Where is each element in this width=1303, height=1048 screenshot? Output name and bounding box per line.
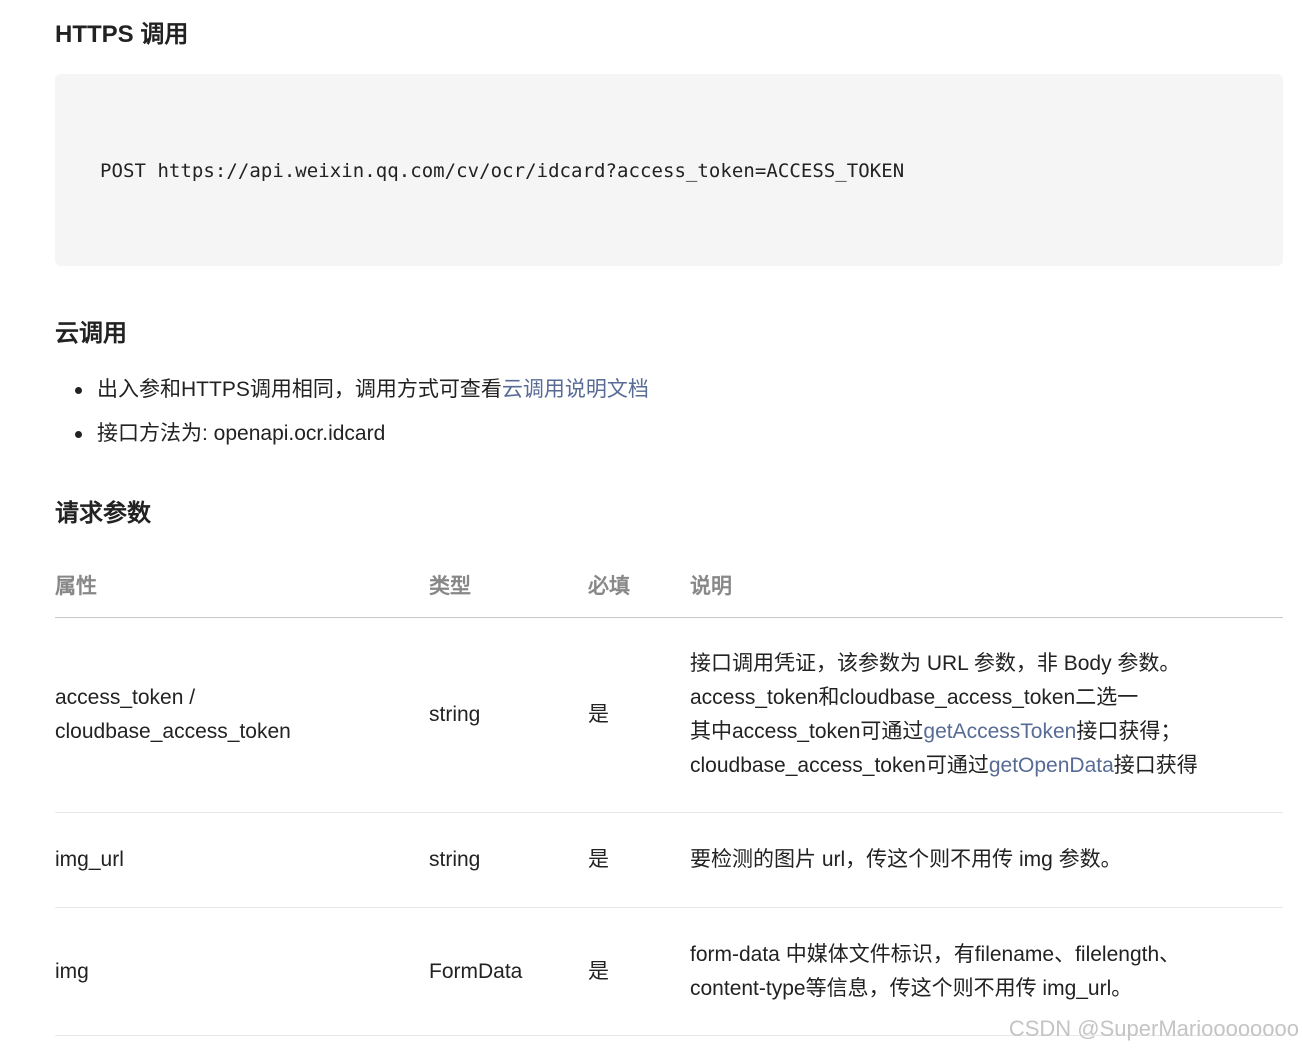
column-header-description: 说明 <box>690 552 1283 618</box>
bullet-text: 出入参和HTTPS调用相同，调用方式可查看 <box>97 378 502 401</box>
description-text: 接口获得 <box>1113 754 1198 777</box>
description-line: 其中access_token可通过getAccessToken接口获得； <box>690 715 1283 749</box>
description-line: content-type等信息，传这个则不用传 img_url。 <box>690 976 1133 1000</box>
watermark: CSDN @SuperMarioooooooo <box>1008 1016 1299 1041</box>
param-description-cell: 接口调用凭证，该参数为 URL 参数，非 Body 参数。 access_tok… <box>690 617 1283 813</box>
param-description-cell: 要检测的图片 url，传这个则不用传 img 参数。 <box>690 812 1283 908</box>
param-type-cell: string <box>429 617 588 813</box>
description-text: cloudbase_access_token可通过 <box>690 754 989 777</box>
https-call-heading: HTTPS 调用 <box>55 21 189 48</box>
param-required-cell: 是 <box>588 907 690 1036</box>
code-block: POST https://api.weixin.qq.com/cv/ocr/id… <box>55 74 1283 266</box>
table-row: img_url string 是 要检测的图片 url，传这个则不用传 img … <box>55 812 1283 908</box>
param-required-cell: 是 <box>588 812 690 908</box>
description-text: 接口获得； <box>1076 720 1182 743</box>
list-item: 接口方法为: openapi.ocr.idcard <box>55 412 649 456</box>
table-row: access_token / cloudbase_access_token st… <box>55 617 1283 813</box>
column-header-required: 必填 <box>588 552 690 618</box>
column-header-type: 类型 <box>429 552 588 618</box>
column-header-attribute: 属性 <box>55 552 429 618</box>
param-name-cell: access_token / cloudbase_access_token <box>55 617 429 813</box>
params-table: 属性 类型 必填 说明 access_token / cloudbase_acc… <box>55 552 1283 1036</box>
cloud-call-heading: 云调用 <box>55 320 127 347</box>
param-name-line: access_token / <box>55 686 196 709</box>
param-required-cell: 是 <box>588 617 690 813</box>
get-access-token-link[interactable]: getAccessToken <box>923 720 1076 743</box>
cloud-call-list: 出入参和HTTPS调用相同，调用方式可查看云调用说明文档 接口方法为: open… <box>55 368 649 456</box>
param-name-cell: img_url <box>55 812 429 908</box>
description-line: form-data 中媒体文件标识，有filename、filelength、 <box>690 942 1181 966</box>
table-header-row: 属性 类型 必填 说明 <box>55 552 1283 618</box>
param-type-cell: string <box>429 812 588 908</box>
request-url-code: POST https://api.weixin.qq.com/cv/ocr/id… <box>100 160 905 182</box>
param-type-cell: FormData <box>429 907 588 1036</box>
list-item: 出入参和HTTPS调用相同，调用方式可查看云调用说明文档 <box>55 368 649 412</box>
bullet-text: 接口方法为: openapi.ocr.idcard <box>97 422 386 445</box>
description-line: access_token和cloudbase_access_token二选一 <box>690 686 1139 709</box>
request-params-heading: 请求参数 <box>55 500 151 527</box>
cloud-call-doc-link[interactable]: 云调用说明文档 <box>502 378 649 401</box>
param-name-cell: img <box>55 907 429 1036</box>
param-name-line: cloudbase_access_token <box>55 720 291 743</box>
description-line: 接口调用凭证，该参数为 URL 参数，非 Body 参数。 <box>690 652 1181 675</box>
description-text: 其中access_token可通过 <box>690 720 924 743</box>
description-line: cloudbase_access_token可通过getOpenData接口获得 <box>690 749 1283 783</box>
get-open-data-link[interactable]: getOpenData <box>989 754 1114 777</box>
